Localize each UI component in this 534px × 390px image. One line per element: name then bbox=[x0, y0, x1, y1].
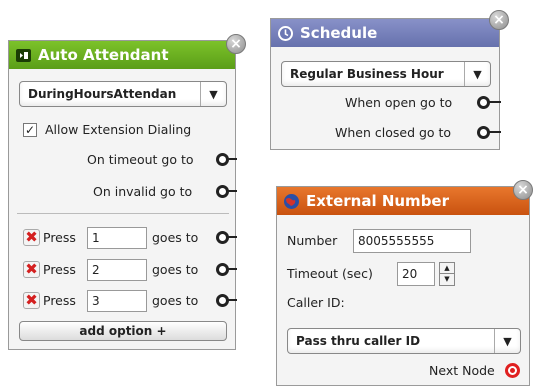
timeout-label: Timeout (sec) bbox=[287, 266, 373, 281]
when-open-connector-line bbox=[489, 101, 501, 103]
schedule-node: Schedule Regular Business Hour ▼ When op… bbox=[270, 18, 501, 150]
on-timeout-connector-line bbox=[228, 158, 237, 160]
goes-to-label: goes to bbox=[152, 293, 199, 308]
timeout-input[interactable]: 20 bbox=[397, 262, 435, 286]
caller-id-select-value: Pass thru caller ID bbox=[296, 334, 421, 348]
timeout-spinner[interactable]: ▲ ▼ bbox=[439, 262, 455, 286]
option-digit-input[interactable]: 3 bbox=[87, 290, 147, 312]
on-timeout-label: On timeout go to bbox=[87, 152, 194, 167]
auto-attendant-title: Auto Attendant bbox=[38, 46, 169, 64]
press-label: Press bbox=[43, 230, 76, 245]
chevron-down-icon[interactable]: ▼ bbox=[200, 82, 226, 106]
remove-icon: ✖ bbox=[25, 228, 38, 246]
spinner-down-icon[interactable]: ▼ bbox=[440, 274, 454, 285]
number-label: Number bbox=[287, 233, 338, 248]
option-connector-line bbox=[228, 236, 237, 238]
allow-extension-checkbox[interactable]: ✓ bbox=[23, 123, 37, 137]
when-closed-label: When closed go to bbox=[335, 125, 452, 140]
next-node-connector[interactable] bbox=[505, 363, 520, 378]
add-option-button[interactable]: add option + bbox=[19, 321, 227, 341]
caller-id-select[interactable]: Pass thru caller ID ▼ bbox=[287, 328, 521, 354]
remove-icon: ✖ bbox=[25, 291, 38, 309]
globe-icon bbox=[283, 193, 300, 210]
external-number-node: External Number Number 8005555555 Timeou… bbox=[276, 186, 530, 386]
external-number-title: External Number bbox=[306, 192, 449, 210]
attendant-select-value: DuringHoursAttendan bbox=[28, 87, 177, 101]
press-label: Press bbox=[43, 293, 76, 308]
spinner-up-icon[interactable]: ▲ bbox=[440, 263, 454, 274]
when-closed-connector-line bbox=[489, 131, 501, 133]
chevron-down-icon[interactable]: ▼ bbox=[464, 62, 490, 86]
goes-to-label: goes to bbox=[152, 230, 199, 245]
auto-attendant-icon bbox=[15, 47, 32, 64]
number-input[interactable]: 8005555555 bbox=[353, 229, 471, 253]
when-open-label: When open go to bbox=[345, 95, 453, 110]
remove-icon: ✖ bbox=[25, 260, 38, 278]
options-divider bbox=[17, 213, 229, 214]
goes-to-label: goes to bbox=[152, 262, 199, 277]
clock-icon bbox=[277, 25, 294, 42]
press-label: Press bbox=[43, 262, 76, 277]
schedule-select-value: Regular Business Hour bbox=[290, 67, 444, 81]
auto-attendant-close-button[interactable]: × bbox=[226, 34, 246, 54]
schedule-close-button[interactable]: × bbox=[489, 10, 509, 30]
auto-attendant-header[interactable]: Auto Attendant bbox=[9, 41, 235, 69]
remove-option-button[interactable]: ✖ bbox=[23, 229, 40, 246]
option-digit-input[interactable]: 2 bbox=[87, 259, 147, 281]
schedule-title: Schedule bbox=[300, 24, 378, 42]
caller-id-label: Caller ID: bbox=[287, 295, 345, 310]
chevron-down-icon[interactable]: ▼ bbox=[494, 329, 520, 353]
attendant-select[interactable]: DuringHoursAttendan ▼ bbox=[19, 81, 227, 107]
option-connector-line bbox=[228, 268, 237, 270]
next-node-dot bbox=[510, 368, 515, 373]
option-digit-input[interactable]: 1 bbox=[87, 227, 147, 249]
next-node-label: Next Node bbox=[429, 363, 495, 378]
schedule-header[interactable]: Schedule bbox=[271, 19, 499, 47]
external-number-close-button[interactable]: × bbox=[513, 180, 533, 200]
external-number-header[interactable]: External Number bbox=[277, 187, 529, 215]
on-invalid-label: On invalid go to bbox=[93, 184, 193, 199]
allow-extension-label: Allow Extension Dialing bbox=[45, 122, 192, 137]
option-connector-line bbox=[228, 299, 237, 301]
remove-option-button[interactable]: ✖ bbox=[23, 292, 40, 309]
on-invalid-connector-line bbox=[228, 190, 237, 192]
schedule-select[interactable]: Regular Business Hour ▼ bbox=[281, 61, 491, 87]
auto-attendant-node: Auto Attendant DuringHoursAttendan ▼ ✓ A… bbox=[8, 40, 237, 350]
remove-option-button[interactable]: ✖ bbox=[23, 261, 40, 278]
